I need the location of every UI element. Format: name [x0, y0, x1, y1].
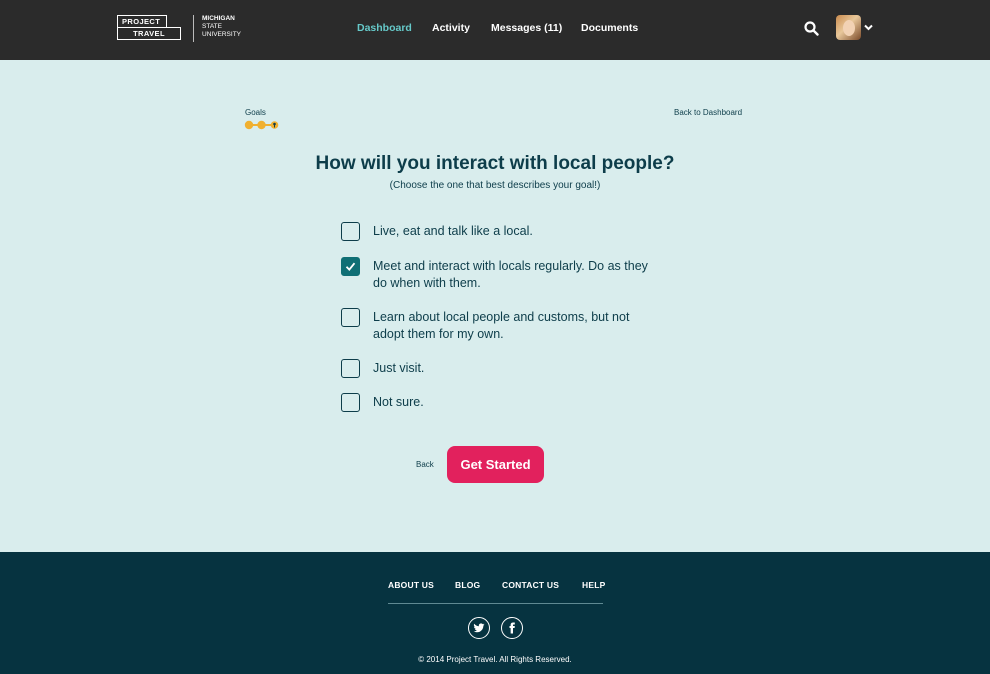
progress-dot-1 [244, 120, 254, 130]
search-icon[interactable] [804, 21, 819, 36]
progress-dot-2 [257, 120, 266, 130]
option-checkbox[interactable] [341, 393, 360, 412]
facebook-f-glyph [509, 622, 515, 634]
option-checkbox[interactable] [341, 308, 360, 327]
option-just-visit[interactable]: Just visit. [341, 359, 681, 378]
chevron-down-icon[interactable] [864, 24, 873, 31]
avatar-face [843, 20, 855, 36]
footer-link-help[interactable]: HELP [582, 580, 605, 590]
option-label: Meet and interact with locals regularly.… [373, 259, 648, 290]
footer-link-contact[interactable]: CONTACT US [502, 580, 559, 590]
option-not-sure[interactable]: Not sure. [341, 393, 681, 412]
twitter-icon[interactable] [468, 617, 490, 639]
copyright-text: © 2014 Project Travel. All Rights Reserv… [418, 655, 572, 664]
site-footer: ABOUT US BLOG CONTACT US HELP © 2014 Pro… [0, 552, 990, 674]
twitter-bird-glyph [473, 623, 485, 633]
nav-activity[interactable]: Activity [432, 22, 470, 34]
option-label: Not sure. [373, 395, 424, 409]
get-started-button[interactable]: Get Started [447, 446, 544, 483]
option-checkbox[interactable] [341, 222, 360, 241]
question-title: How will you interact with local people? [315, 153, 675, 174]
option-label: Learn about local people and customs, bu… [373, 310, 630, 341]
back-link[interactable]: Back [416, 460, 434, 469]
facebook-icon[interactable] [501, 617, 523, 639]
back-to-dashboard-link[interactable]: Back to Dashboard [674, 108, 742, 117]
footer-divider [388, 603, 603, 604]
step-label: Goals [245, 108, 266, 117]
nav-dashboard[interactable]: Dashboard [357, 22, 412, 34]
nav-messages[interactable]: Messages (11) [491, 22, 562, 34]
user-avatar[interactable] [836, 15, 861, 40]
nav-documents[interactable]: Documents [581, 22, 638, 34]
footer-nav: ABOUT US BLOG CONTACT US HELP [0, 580, 990, 592]
checkmark-icon [345, 262, 356, 271]
option-checkbox-checked[interactable] [341, 257, 360, 276]
option-learn-customs[interactable]: Learn about local people and customs, bu… [341, 308, 681, 343]
option-label: Live, eat and talk like a local. [373, 224, 533, 238]
top-nav-bar: PROJECT TRAVEL MICHIGAN STATE UNIVERSITY… [0, 0, 990, 60]
option-meet-locals[interactable]: Meet and interact with locals regularly.… [341, 257, 681, 292]
option-checkbox[interactable] [341, 359, 360, 378]
question-subtitle: (Choose the one that best describes your… [389, 180, 601, 191]
option-live-like-local[interactable]: Live, eat and talk like a local. [341, 222, 681, 241]
option-label: Just visit. [373, 361, 425, 375]
step-progress-indicator [244, 120, 279, 130]
footer-link-about[interactable]: ABOUT US [388, 580, 434, 590]
footer-link-blog[interactable]: BLOG [455, 580, 480, 590]
